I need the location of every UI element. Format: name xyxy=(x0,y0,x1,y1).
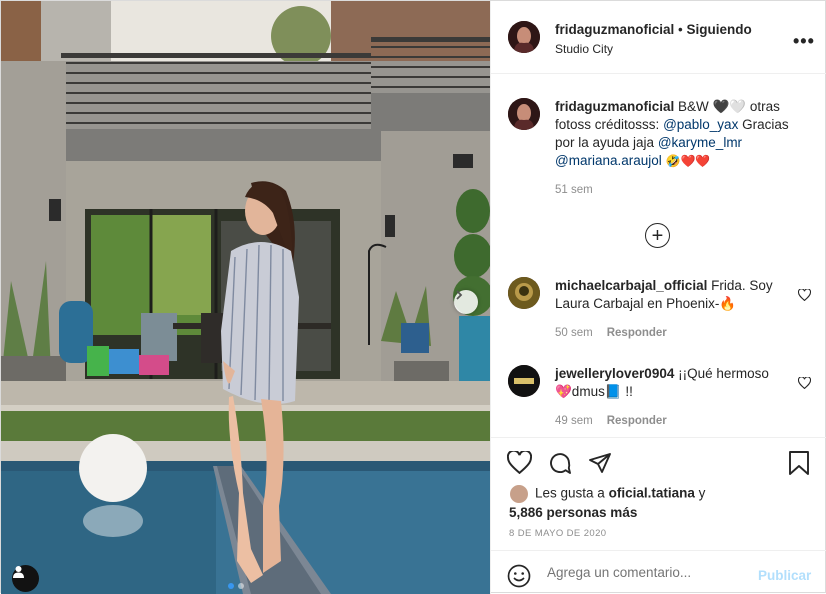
commenter-avatar[interactable] xyxy=(508,365,540,397)
likes-suffix: y xyxy=(698,485,706,501)
comment-body: michaelcarbajal_official Frida. Soy Laur… xyxy=(555,277,780,342)
comment-body: jewellerylover0904 ¡¡Qué hermoso 💖dmus📘 … xyxy=(555,365,780,430)
likes-summary: Les gusta a oficial.tatiana y 5,886 pers… xyxy=(509,484,705,522)
caption-mention[interactable]: @mariana.araujol xyxy=(555,153,662,168)
author-avatar[interactable] xyxy=(508,21,540,53)
comment-input[interactable] xyxy=(547,565,747,580)
comments-list: fridaguzmanoficial B&W 🖤🤍 otras fotoss c… xyxy=(491,75,826,437)
post-date[interactable]: 8 DE MAYO DE 2020 xyxy=(509,528,606,539)
avatar-image xyxy=(508,21,540,53)
publish-button[interactable]: Publicar xyxy=(758,568,811,583)
post-location[interactable]: Studio City xyxy=(555,42,613,56)
reply-button[interactable]: Responder xyxy=(607,415,667,427)
smiley-icon[interactable] xyxy=(507,564,531,588)
liker-avatar[interactable] xyxy=(509,484,529,504)
caption-mention[interactable]: @pablo_yax xyxy=(663,117,738,132)
add-comment-bar: Publicar xyxy=(491,550,826,594)
liker-username[interactable]: oficial.tatiana xyxy=(609,486,695,501)
user-tag-icon xyxy=(13,566,24,578)
like-comment-icon[interactable] xyxy=(798,377,811,389)
more-options-icon[interactable]: ••• xyxy=(793,31,815,52)
comment-meta: 50 sem Responder xyxy=(555,324,780,342)
next-photo-button[interactable] xyxy=(454,290,478,314)
reply-button[interactable]: Responder xyxy=(607,327,667,339)
caption-username[interactable]: fridaguzmanoficial xyxy=(555,99,674,114)
chevron-right-icon xyxy=(456,290,463,300)
avatar-image xyxy=(508,365,540,397)
heart-icon[interactable] xyxy=(507,451,532,474)
carousel-indicator xyxy=(228,583,244,589)
like-comment-icon[interactable] xyxy=(798,289,811,301)
avatar-image xyxy=(508,277,540,309)
caption-avatar[interactable] xyxy=(508,98,540,130)
comment-icon[interactable] xyxy=(548,451,572,475)
commenter-username[interactable]: jewellerylover0904 xyxy=(555,366,674,381)
header-user-line: fridaguzmanoficial • Siguiendo xyxy=(555,22,752,37)
header-separator: • xyxy=(678,22,683,37)
caption-time[interactable]: 51 sem xyxy=(555,181,795,199)
likes-line-1: Les gusta a oficial.tatiana y xyxy=(509,484,705,504)
avatar-image xyxy=(508,98,540,130)
paper-plane-icon[interactable] xyxy=(588,451,612,475)
user-tags-button[interactable] xyxy=(12,565,39,592)
likes-count[interactable]: 5,886 personas más xyxy=(509,504,705,522)
following-button[interactable]: Siguiendo xyxy=(687,22,752,37)
caption-mention[interactable]: @karyme_lmr xyxy=(658,135,742,150)
comment-time[interactable]: 49 sem xyxy=(555,415,593,427)
comment-time[interactable]: 50 sem xyxy=(555,327,593,339)
caption-emoji: 🤣❤️❤️ xyxy=(665,154,711,168)
author-username[interactable]: fridaguzmanoficial xyxy=(555,22,674,37)
load-more-comments-button[interactable]: + xyxy=(645,223,670,248)
carousel-dot-active xyxy=(228,583,234,589)
commenter-avatar[interactable] xyxy=(508,277,540,309)
bookmark-icon[interactable] xyxy=(788,451,810,475)
caption-body: fridaguzmanoficial B&W 🖤🤍 otras fotoss c… xyxy=(555,98,795,199)
carousel-dot xyxy=(238,583,244,589)
likes-prefix: Les gusta a xyxy=(535,485,605,501)
photo-illustration xyxy=(1,1,490,594)
post-actions: Les gusta a oficial.tatiana y 5,886 pers… xyxy=(491,437,826,550)
post-photo[interactable] xyxy=(1,1,490,594)
action-icons xyxy=(507,451,612,475)
post-side-panel: fridaguzmanoficial • Siguiendo Studio Ci… xyxy=(490,1,826,594)
post-header: fridaguzmanoficial • Siguiendo Studio Ci… xyxy=(491,1,826,74)
post-modal: fridaguzmanoficial • Siguiendo Studio Ci… xyxy=(0,0,826,594)
commenter-username[interactable]: michaelcarbajal_official xyxy=(555,278,707,293)
comment-meta: 49 sem Responder xyxy=(555,412,780,430)
